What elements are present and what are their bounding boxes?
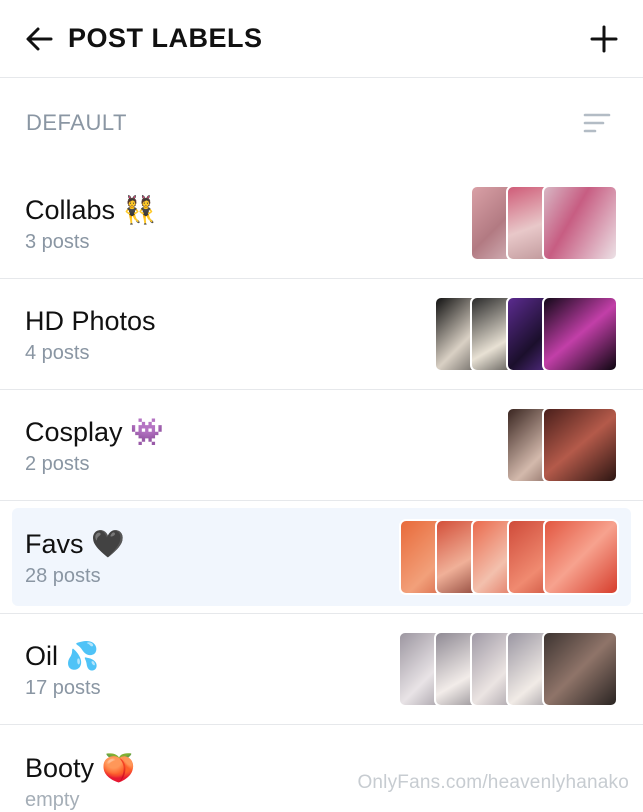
label-count: 17 posts: [25, 676, 101, 699]
post-thumbnail: [542, 185, 618, 261]
thumbnail-stack: [506, 407, 618, 483]
page-title: POST LABELS: [68, 23, 263, 53]
thumbnail-stack: [398, 631, 618, 707]
top-bar: POST LABELS: [0, 0, 643, 78]
thumbnail-stack: [399, 519, 619, 595]
label-text: Booty 🍑 empty: [25, 751, 135, 812]
label-row-favs[interactable]: Favs 🖤 28 posts: [12, 508, 631, 606]
sort-icon[interactable]: [581, 107, 613, 139]
label-name: Oil 💦: [25, 640, 100, 671]
label-count: 4 posts: [25, 341, 90, 364]
label-row-hd-photos[interactable]: HD Photos 4 posts: [0, 279, 643, 390]
label-name: HD Photos: [25, 305, 156, 336]
label-name: Booty 🍑: [25, 753, 136, 783]
label-count: empty: [25, 789, 80, 811]
label-row-oil[interactable]: Oil 💦 17 posts: [0, 614, 643, 725]
thumbnail-stack: [434, 296, 618, 372]
label-text: Favs 🖤 28 posts: [25, 527, 125, 588]
post-thumbnail: [543, 519, 619, 595]
watermark: OnlyFans.com/heavenlyhanako: [357, 772, 629, 793]
label-text: HD Photos 4 posts: [25, 304, 156, 365]
post-thumbnail: [542, 296, 618, 372]
label-count: 28 posts: [25, 564, 101, 587]
post-thumbnail: [542, 631, 618, 707]
label-text: Oil 💦 17 posts: [25, 639, 101, 700]
label-count: 2 posts: [25, 452, 90, 475]
label-row-collabs[interactable]: Collabs 👯 3 posts: [0, 168, 643, 279]
add-label-plus-icon[interactable]: [583, 18, 625, 60]
label-row-cosplay[interactable]: Cosplay 👾 2 posts: [0, 390, 643, 501]
section-title: DEFAULT: [26, 110, 127, 135]
back-arrow-icon[interactable]: [22, 22, 56, 56]
label-name: Favs 🖤: [25, 528, 125, 559]
thumbnail-stack: [470, 185, 618, 261]
label-name: Cosplay 👾: [25, 416, 164, 447]
label-count: 3 posts: [25, 230, 90, 253]
label-name: Collabs 👯: [25, 194, 157, 225]
label-text: Collabs 👯 3 posts: [25, 193, 156, 254]
label-text: Cosplay 👾 2 posts: [25, 415, 164, 476]
post-thumbnail: [542, 407, 618, 483]
section-header: DEFAULT: [0, 78, 643, 168]
